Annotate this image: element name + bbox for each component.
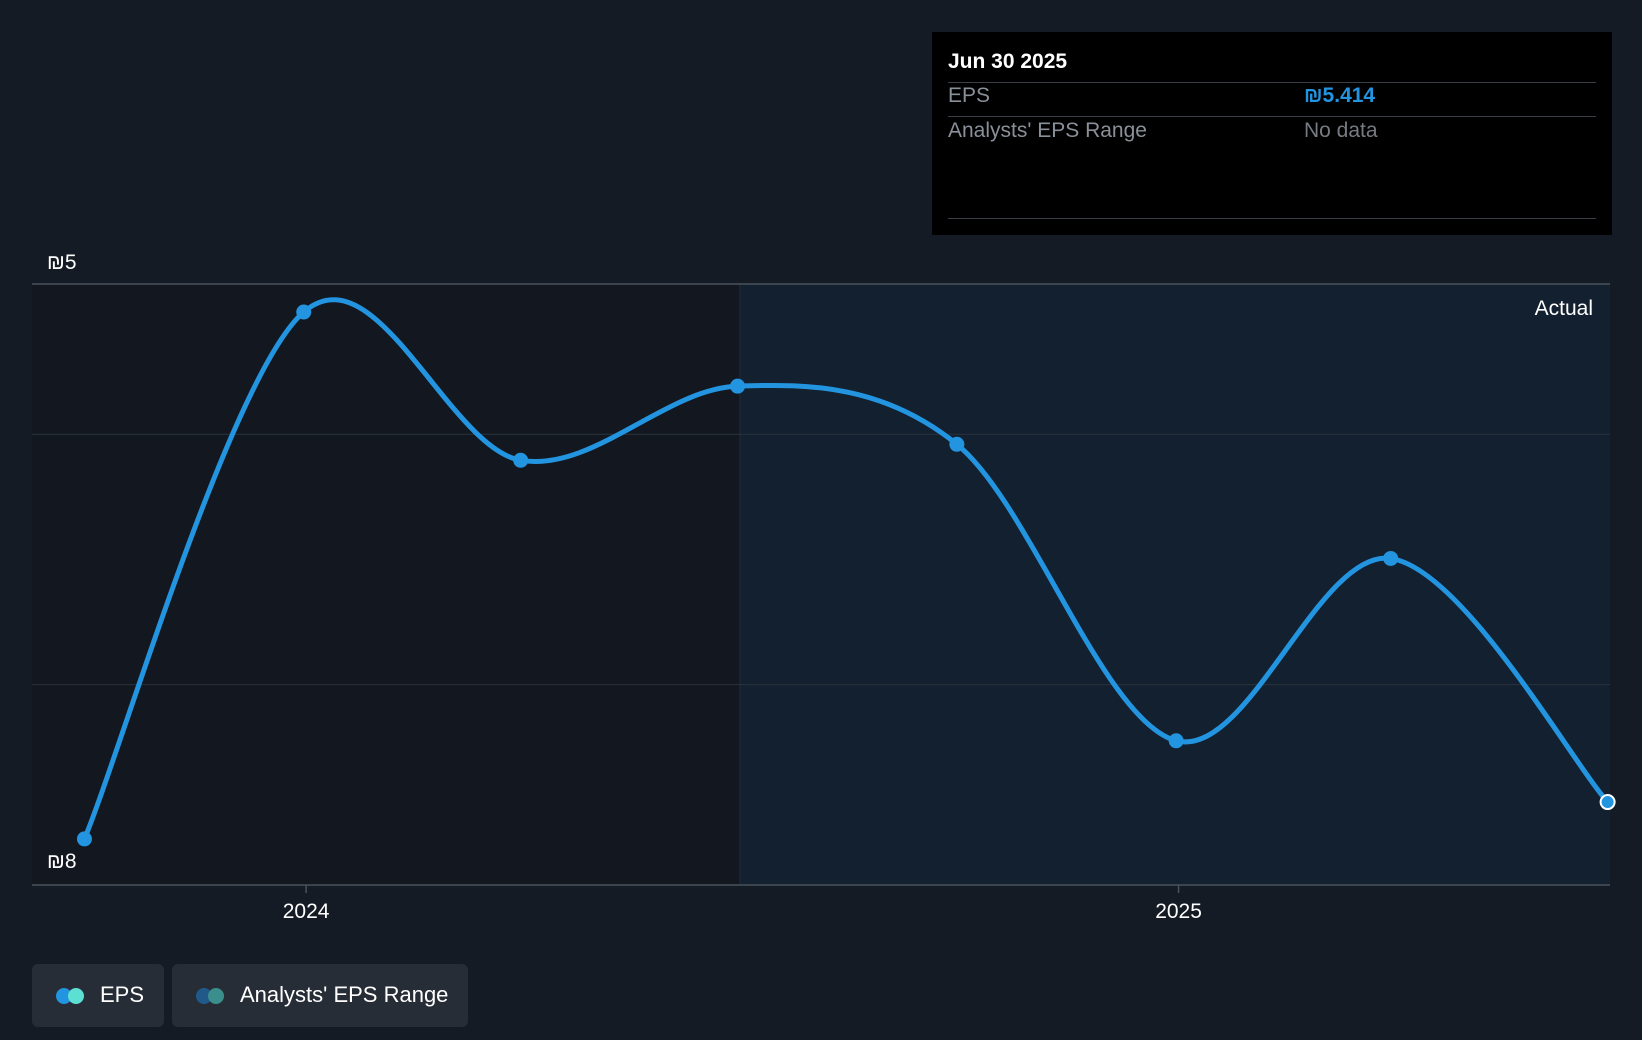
eps-data-point[interactable]	[949, 436, 965, 452]
actual-region-label: Actual	[1535, 297, 1593, 320]
legend-eps-button[interactable]: EPS	[32, 964, 164, 1027]
tooltip-divider	[948, 82, 1596, 83]
eps-tooltip: Jun 30 2025 EPS ₪5.414 Analysts' EPS Ran…	[932, 32, 1612, 235]
tooltip-date: Jun 30 2025	[948, 50, 1068, 73]
legend-analysts-range-button[interactable]: Analysts' EPS Range	[172, 964, 468, 1027]
tooltip-eps-value: ₪5.414	[1304, 84, 1376, 107]
eps-data-point[interactable]	[1383, 550, 1399, 566]
actual-region	[739, 284, 1610, 885]
tooltip-range-label: Analysts' EPS Range	[948, 119, 1147, 142]
legend-range-label: Analysts' EPS Range	[240, 982, 449, 1007]
x-tick-label: 2025	[1155, 900, 1202, 923]
past-region	[32, 284, 740, 885]
eps-data-point[interactable]	[296, 304, 312, 320]
eps-legend-icon	[68, 988, 84, 1004]
y-tick-label: ₪8	[47, 850, 77, 873]
eps-data-point[interactable]	[1168, 733, 1184, 749]
tooltip-divider	[948, 218, 1596, 219]
eps-data-point[interactable]	[730, 378, 746, 394]
eps-data-point[interactable]	[76, 831, 92, 847]
y-tick-label: ₪5	[47, 251, 77, 274]
x-tick-label: 2024	[283, 900, 330, 923]
legend-eps-label: EPS	[100, 982, 145, 1007]
range-legend-icon	[208, 988, 224, 1004]
eps-data-point[interactable]	[513, 452, 529, 468]
tooltip-divider	[948, 116, 1596, 117]
tooltip-range-value: No data	[1304, 119, 1378, 142]
eps-data-point[interactable]	[1599, 794, 1616, 811]
tooltip-eps-label: EPS	[948, 84, 991, 107]
